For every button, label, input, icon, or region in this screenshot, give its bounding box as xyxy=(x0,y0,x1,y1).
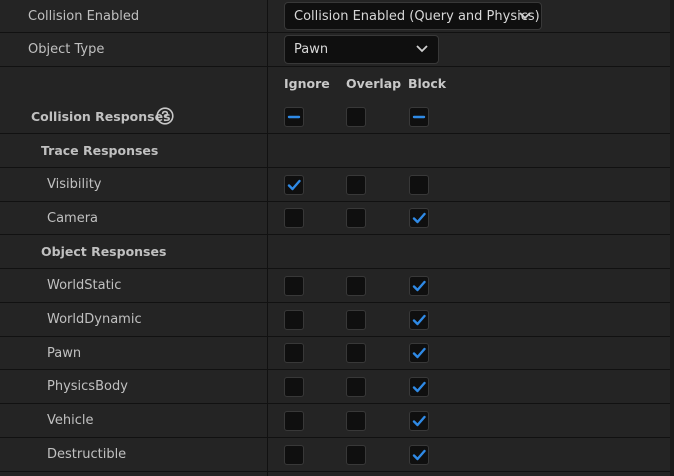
overlap-checkbox[interactable] xyxy=(346,411,366,431)
check-icon xyxy=(412,415,426,427)
checkbox-group xyxy=(268,269,670,302)
overlap-checkbox[interactable] xyxy=(346,377,366,397)
block-checkbox[interactable] xyxy=(409,445,429,465)
block-checkbox[interactable] xyxy=(409,175,429,195)
ignore-checkbox[interactable] xyxy=(284,377,304,397)
overlap-checkbox[interactable] xyxy=(346,445,366,465)
ignore-checkbox[interactable] xyxy=(284,310,304,330)
collision-enabled-dropdown[interactable]: Collision Enabled (Query and Physics) xyxy=(284,2,542,30)
scrollbar[interactable] xyxy=(670,0,674,476)
object-row-worldstatic: WorldStatic xyxy=(0,269,674,303)
check-icon xyxy=(412,347,426,359)
block-checkbox[interactable] xyxy=(409,377,429,397)
column-header-row: Ignore Overlap Block xyxy=(0,67,674,100)
check-icon xyxy=(412,280,426,292)
object-responses-row: Object Responses xyxy=(0,235,674,269)
collision-responses-row: Collision Responses xyxy=(0,100,674,134)
object-row-label: Pawn xyxy=(47,345,82,361)
object-row-label: WorldDynamic xyxy=(47,312,142,327)
column-overlap-label: Overlap xyxy=(346,76,402,91)
collision-enabled-value: Collision Enabled (Query and Physics) xyxy=(294,8,540,24)
object-row-pawn: Pawn xyxy=(0,337,674,370)
dash-icon xyxy=(287,115,301,119)
check-icon xyxy=(412,381,426,393)
overlap-checkbox[interactable] xyxy=(346,343,366,363)
object-responses-label: Object Responses xyxy=(41,244,167,259)
collision-settings-panel: Collision Enabled Collision Enabled (Que… xyxy=(0,0,674,476)
object-row-physicsbody: PhysicsBody xyxy=(0,370,674,404)
collision-enabled-label: Collision Enabled xyxy=(28,8,140,24)
ignore-checkbox[interactable] xyxy=(284,107,304,127)
checkbox-group xyxy=(268,100,670,133)
overlap-checkbox[interactable] xyxy=(346,175,366,195)
ignore-checkbox[interactable] xyxy=(284,343,304,363)
block-checkbox[interactable] xyxy=(409,276,429,296)
ignore-checkbox[interactable] xyxy=(284,208,304,228)
trace-responses-row: Trace Responses xyxy=(0,134,674,168)
chevron-down-icon xyxy=(416,45,428,53)
block-checkbox[interactable] xyxy=(409,411,429,431)
object-type-label: Object Type xyxy=(28,42,105,57)
trace-responses-label: Trace Responses xyxy=(41,143,159,158)
object-row-destructible: Destructible xyxy=(0,438,674,472)
check-icon xyxy=(412,449,426,461)
check-icon xyxy=(412,314,426,326)
object-row-label: PhysicsBody xyxy=(47,379,128,394)
object-row-label: WorldStatic xyxy=(47,278,122,293)
overlap-checkbox[interactable] xyxy=(346,208,366,228)
ignore-checkbox[interactable] xyxy=(284,276,304,296)
checkbox-group xyxy=(268,303,670,336)
overlap-checkbox[interactable] xyxy=(346,107,366,127)
object-row-label: Destructible xyxy=(47,447,127,462)
checkbox-group xyxy=(268,438,670,471)
ignore-checkbox[interactable] xyxy=(284,411,304,431)
trace-row-camera: Camera xyxy=(0,202,674,235)
object-type-row: Object Type Pawn xyxy=(0,33,674,67)
collision-responses-label: Collision Responses xyxy=(31,109,171,124)
trace-row-label: Camera xyxy=(47,210,99,226)
trace-row-visibility: Visibility xyxy=(0,168,674,202)
check-icon xyxy=(287,179,301,191)
block-checkbox[interactable] xyxy=(409,107,429,127)
checkbox-group xyxy=(268,337,670,369)
block-checkbox[interactable] xyxy=(409,343,429,363)
checkbox-group xyxy=(268,202,670,234)
help-icon[interactable] xyxy=(156,107,174,125)
ignore-checkbox[interactable] xyxy=(284,175,304,195)
object-row-vehicle: Vehicle xyxy=(0,404,674,438)
block-checkbox[interactable] xyxy=(409,310,429,330)
overlap-checkbox[interactable] xyxy=(346,276,366,296)
overlap-checkbox[interactable] xyxy=(346,310,366,330)
bottom-row xyxy=(0,472,674,476)
checkbox-group xyxy=(268,168,670,201)
block-checkbox[interactable] xyxy=(409,208,429,228)
object-type-value: Pawn xyxy=(294,42,329,57)
dash-icon xyxy=(412,115,426,119)
collision-enabled-row: Collision Enabled Collision Enabled (Que… xyxy=(0,0,674,33)
object-row-worlddynamic: WorldDynamic xyxy=(0,303,674,337)
chevron-down-icon xyxy=(519,12,531,20)
checkbox-group xyxy=(268,370,670,403)
trace-row-label: Visibility xyxy=(47,177,102,192)
checkbox-group xyxy=(268,404,670,437)
ignore-checkbox[interactable] xyxy=(284,445,304,465)
column-ignore-label: Ignore xyxy=(284,76,330,91)
column-block-label: Block xyxy=(408,76,447,91)
object-type-dropdown[interactable]: Pawn xyxy=(284,35,439,64)
check-icon xyxy=(412,212,426,224)
object-row-label: Vehicle xyxy=(47,413,94,428)
